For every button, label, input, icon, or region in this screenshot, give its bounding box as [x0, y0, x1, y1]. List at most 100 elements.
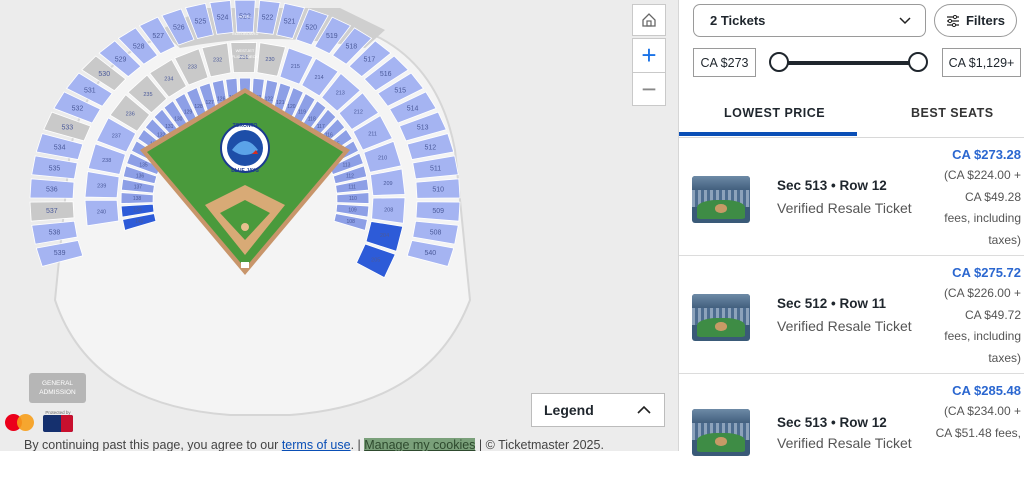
section-label-118: 118 — [308, 116, 316, 122]
section-label-233: 233 — [188, 65, 197, 71]
listing-ticket-type: Verified Resale Ticket — [777, 435, 912, 451]
section-label-135: 135 — [139, 162, 148, 168]
section-label-239: 239 — [97, 184, 106, 190]
section-label-509: 509 — [432, 208, 444, 215]
team-logo-text: TORONTO — [233, 123, 258, 129]
payment-logos: Protected by — [5, 410, 73, 432]
section-label-520: 520 — [305, 24, 317, 31]
price-slider-track[interactable] — [778, 61, 918, 65]
listing-price: CA $273.28 — [952, 147, 1021, 162]
section-label-213: 213 — [336, 91, 345, 97]
section-label-210: 210 — [378, 156, 387, 162]
filters-button[interactable]: Filters — [934, 4, 1017, 37]
listings-sidebar: 2 Tickets Filters CA $273 CA $1,129+ LOW… — [679, 0, 1024, 456]
section-label-137: 137 — [134, 185, 143, 191]
section-label-511: 511 — [430, 165, 441, 172]
section-label-235: 235 — [143, 92, 152, 98]
price-slider-max-handle[interactable] — [908, 52, 928, 72]
section-label-205: 205 — [371, 258, 380, 264]
listing-price: CA $285.48 — [952, 383, 1021, 398]
section-label-127: 127 — [206, 100, 215, 106]
section-label-208: 208 — [384, 207, 393, 213]
tab-lowest-price[interactable]: LOWEST PRICE — [724, 106, 825, 120]
section-label-540: 540 — [425, 250, 437, 257]
section-label-129: 129 — [184, 110, 193, 116]
zoom-out-button[interactable]: − — [633, 72, 665, 106]
section-label-108: 108 — [347, 219, 356, 225]
section-label-508: 508 — [430, 229, 442, 236]
section-label-232: 232 — [213, 57, 222, 63]
seat-view-thumbnail — [692, 294, 750, 341]
section-label-204: 204 — [380, 233, 389, 239]
listing-item[interactable]: Sec 513 • Row 12 Verified Resale Ticket … — [679, 373, 1024, 491]
section-label-518: 518 — [345, 44, 357, 51]
section-label-530: 530 — [98, 71, 110, 78]
price-min-box[interactable]: CA $273 — [693, 48, 756, 77]
section-label-517: 517 — [364, 56, 376, 63]
terms-link[interactable]: terms of use — [282, 438, 351, 451]
general-admission-section[interactable]: GENERAL ADMISSION — [29, 373, 86, 403]
stadium-seat-map[interactable]: 539 538 537 536 535 534 533 532 531 530 529 528 527 5… — [0, 0, 520, 420]
section-label-529: 529 — [115, 56, 127, 63]
manage-cookies-link[interactable]: Manage my cookies — [364, 438, 476, 451]
westjet-label: WESTJET — [236, 48, 255, 53]
section-label-120: 120 — [287, 104, 296, 110]
section-label-119: 119 — [298, 110, 306, 116]
section-label-139: 139 — [133, 208, 142, 214]
listing-ticket-type: Verified Resale Ticket — [777, 318, 912, 334]
price-max-box[interactable]: CA $1,129+ — [942, 48, 1021, 77]
listing-ticket-type: Verified Resale Ticket — [777, 200, 912, 216]
listing-price: CA $275.72 — [952, 265, 1021, 280]
ticket-quantity-select[interactable]: 2 Tickets — [693, 4, 926, 37]
section-label-510: 510 — [432, 187, 444, 194]
section-label-131: 131 — [165, 124, 174, 130]
section-label-128: 128 — [194, 104, 203, 110]
section-label-117: 117 — [317, 124, 325, 130]
flight-deck-label: FLIGHT DECK — [232, 54, 259, 59]
ticket-quantity-value: 2 Tickets — [710, 13, 766, 28]
seat-map-pane[interactable]: 539 538 537 536 535 534 533 532 531 530 529 528 527 5… — [0, 0, 678, 451]
section-label-539: 539 — [54, 250, 66, 257]
section-label-110: 110 — [349, 196, 357, 202]
section-label-528: 528 — [133, 44, 145, 51]
section-label-519: 519 — [326, 33, 338, 40]
listing-item[interactable]: Sec 513 • Row 12 Verified Resale Ticket … — [679, 137, 1024, 256]
section-label-536: 536 — [46, 187, 58, 194]
legend-toggle[interactable]: Legend — [531, 393, 665, 427]
section-label-515: 515 — [394, 87, 406, 94]
listing-fees: (CA $234.00 + CA $51.48 fees, — [931, 401, 1021, 444]
home-view-button[interactable] — [632, 4, 666, 36]
team-logo-text-2: BLUE JAYS — [231, 168, 259, 174]
fees-line: CA $51.48 fees, — [935, 425, 1021, 440]
section-label-214: 214 — [314, 75, 323, 81]
tab-best-seats[interactable]: BEST SEATS — [911, 106, 994, 120]
price-slider-min-handle[interactable] — [769, 52, 789, 72]
section-label-211: 211 — [368, 132, 377, 138]
section-label-521: 521 — [284, 18, 296, 25]
section-label-534: 534 — [54, 145, 66, 152]
section-label-111: 111 — [348, 185, 356, 191]
section-label-513: 513 — [417, 124, 429, 131]
fees-line: fees, including — [944, 329, 1021, 343]
listing-fees: (CA $224.00 + CA $49.28 fees, including … — [931, 165, 1021, 251]
section-label-140: 140 — [135, 219, 144, 225]
section-label-514: 514 — [407, 105, 419, 112]
fees-line: taxes) — [988, 232, 1021, 247]
chevron-up-icon — [637, 405, 651, 414]
chevron-down-icon — [899, 16, 911, 24]
seat-view-thumbnail — [692, 409, 750, 456]
filters-icon — [946, 14, 959, 27]
active-tab-indicator — [679, 132, 857, 136]
section-label-512: 512 — [425, 145, 437, 152]
listing-section-row: Sec 512 • Row 11 — [777, 296, 887, 311]
fees-line: CA $49.28 — [964, 189, 1021, 204]
listing-item[interactable]: Sec 512 • Row 11 Verified Resale Ticket … — [679, 255, 1024, 374]
zoom-in-button[interactable]: + — [633, 39, 665, 72]
section-label-230: 230 — [265, 57, 274, 63]
section-label-238: 238 — [102, 158, 111, 164]
footer-sep: . | — [350, 438, 365, 451]
legend-label: Legend — [544, 402, 594, 418]
mastercard-logo — [5, 412, 35, 432]
seat-view-thumbnail — [692, 176, 750, 223]
section-label-234: 234 — [164, 76, 173, 82]
